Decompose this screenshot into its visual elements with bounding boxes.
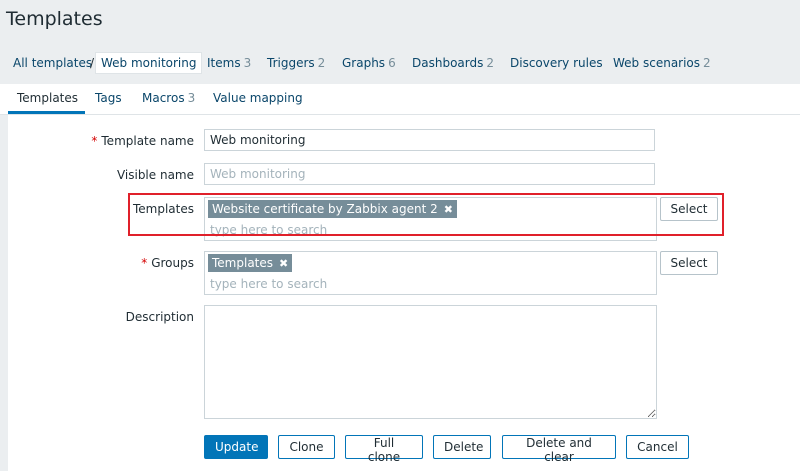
groups-select-button[interactable]: Select: [660, 251, 718, 275]
nav-items-label: Items: [207, 56, 241, 70]
nav-items-count: 3: [243, 56, 252, 70]
nav-discovery-rules[interactable]: Discovery rules: [510, 56, 603, 70]
nav-triggers-count: 2: [317, 56, 326, 70]
tab-templates[interactable]: Templates: [17, 91, 78, 105]
templates-multiselect[interactable]: Website certificate by Zabbix agent 2 ✖: [204, 197, 657, 241]
groups-search-input[interactable]: [210, 276, 640, 292]
nav-graphs-count: 6: [388, 56, 396, 70]
required-mark: *: [91, 134, 98, 148]
nav-graphs[interactable]: Graphs 6: [342, 56, 396, 70]
template-form: *Template name Visible name Templates We…: [8, 115, 800, 471]
description-label: Description: [125, 310, 194, 324]
active-tab-indicator: [8, 111, 85, 114]
clone-button[interactable]: Clone: [278, 435, 335, 459]
group-chip: Templates ✖: [208, 254, 293, 272]
tab-value-mapping[interactable]: Value mapping: [213, 91, 303, 105]
groups-label: * Groups: [8, 256, 194, 270]
template-name-label-text: Template name: [101, 134, 194, 148]
cancel-button[interactable]: Cancel: [626, 435, 689, 459]
visible-name-input[interactable]: [204, 163, 655, 185]
breadcrumb-current-template[interactable]: Web monitoring: [95, 52, 203, 74]
template-nav-bar: All templates / Web monitoring Items 3 Tr…: [0, 44, 800, 84]
nav-items[interactable]: Items 3: [207, 56, 251, 70]
nav-discovery-rules-label: Discovery rules: [510, 56, 603, 70]
description-textarea[interactable]: [204, 305, 657, 419]
page-title: Templates: [6, 8, 103, 30]
group-chip-label: Templates: [212, 256, 274, 270]
close-icon[interactable]: ✖: [444, 203, 453, 216]
nav-triggers-label: Triggers: [267, 56, 315, 70]
tab-macros-count: 3: [187, 91, 196, 105]
breadcrumb-all-templates[interactable]: All templates: [13, 56, 92, 70]
nav-dashboards-count: 2: [486, 56, 494, 70]
nav-triggers[interactable]: Triggers 2: [267, 56, 325, 70]
groups-multiselect[interactable]: Templates ✖: [204, 251, 657, 295]
tab-macros-label: Macros: [142, 91, 185, 105]
nav-dashboards-label: Dashboards: [412, 56, 484, 70]
delete-button[interactable]: Delete: [433, 435, 491, 459]
groups-label-text: Groups: [151, 256, 194, 270]
templates-label: Templates: [132, 202, 194, 216]
linked-template-chip: Website certificate by Zabbix agent 2 ✖: [208, 200, 457, 218]
nav-graphs-label: Graphs: [342, 56, 386, 70]
close-icon[interactable]: ✖: [279, 257, 288, 270]
template-name-input[interactable]: [204, 129, 655, 151]
tab-tags[interactable]: Tags: [95, 91, 122, 105]
full-clone-button[interactable]: Full clone: [345, 435, 423, 464]
required-mark: *: [141, 256, 148, 270]
templates-select-button[interactable]: Select: [660, 197, 718, 221]
breadcrumb-separator: /: [90, 56, 95, 70]
linked-template-chip-label: Website certificate by Zabbix agent 2: [212, 202, 438, 216]
update-button[interactable]: Update: [204, 435, 268, 459]
nav-web-scenarios[interactable]: Web scenarios 2: [613, 56, 711, 70]
visible-name-label: Visible name: [116, 168, 194, 182]
form-tabs: Templates Tags Macros 3 Value mapping: [0, 84, 800, 115]
template-name-label: * Template name: [8, 134, 194, 148]
nav-dashboards[interactable]: Dashboards 2: [412, 56, 494, 70]
templates-search-input[interactable]: [210, 222, 640, 238]
delete-and-clear-button[interactable]: Delete and clear: [502, 435, 616, 464]
tab-macros[interactable]: Macros 3: [142, 91, 195, 105]
nav-web-scenarios-label: Web scenarios: [613, 56, 701, 70]
nav-web-scenarios-count: 2: [703, 56, 711, 70]
